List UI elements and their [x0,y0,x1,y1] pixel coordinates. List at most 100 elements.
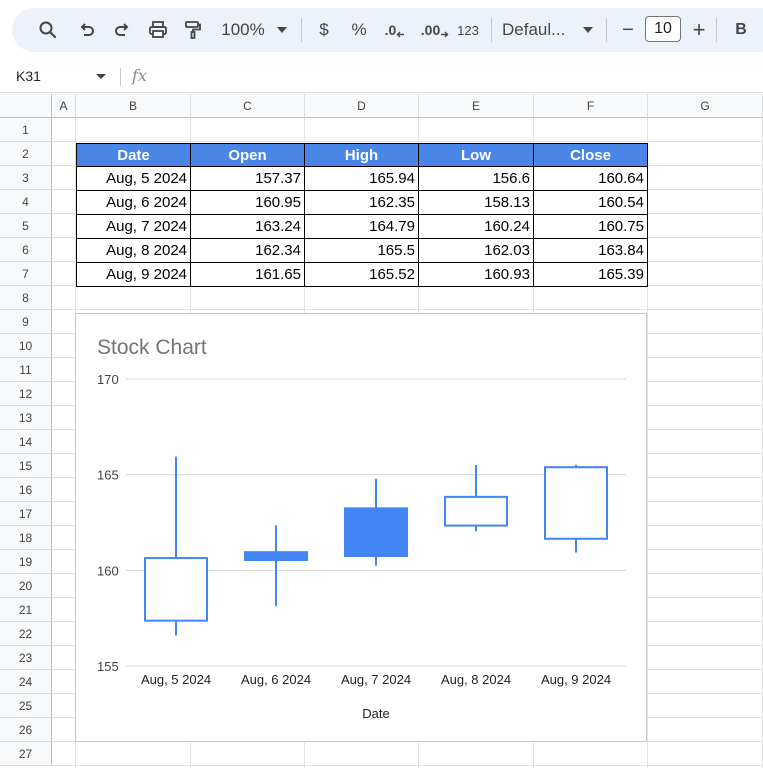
number-format-button[interactable]: 123 [453,8,483,52]
table-header-low[interactable]: Low [419,143,534,167]
zoom-select[interactable]: 100% [218,8,268,52]
row-header-19[interactable]: 19 [0,550,52,574]
candle-body[interactable] [244,551,308,562]
table-cell[interactable]: 156.6 [419,167,534,191]
table-cell[interactable]: 165.39 [534,263,648,287]
x-tick-label: Aug, 8 2024 [441,672,511,687]
table-cell[interactable]: 162.34 [191,239,305,263]
decrease-decimal-button[interactable]: .0 [380,8,410,52]
table-cell[interactable]: 160.95 [191,191,305,215]
row-header-4[interactable]: 4 [0,190,52,214]
row-header-12[interactable]: 12 [0,382,52,406]
row-header-1[interactable]: 1 [0,118,52,142]
decrease-font-size-button[interactable]: − [616,8,640,52]
row-header-13[interactable]: 13 [0,406,52,430]
row-header-16[interactable]: 16 [0,478,52,502]
table-header-close[interactable]: Close [534,143,648,167]
decrease-decimal-label: .0 [384,22,397,38]
candle-body[interactable] [144,557,208,622]
row-header-6[interactable]: 6 [0,238,52,262]
column-header-b[interactable]: B [76,94,191,118]
redo-button[interactable] [109,8,135,52]
grid-line [52,309,763,310]
stock-chart[interactable]: Stock Chart Date 155 160 165 170 Aug, 5 2024… [75,313,647,742]
font-select[interactable]: Defaul... [502,8,576,52]
paint-format-button[interactable] [180,8,206,52]
table-cell[interactable]: 160.64 [534,167,648,191]
row-header-11[interactable]: 11 [0,358,52,382]
table-cell[interactable]: Aug, 7 2024 [76,215,191,239]
row-header-2[interactable]: 2 [0,142,52,166]
row-header-25[interactable]: 25 [0,694,52,718]
table-cell[interactable]: 163.84 [534,239,648,263]
row-header-20[interactable]: 20 [0,574,52,598]
zoom-dropdown[interactable] [274,8,290,52]
candle-body[interactable] [544,466,608,540]
search-menus-button[interactable] [34,8,62,52]
column-header-f[interactable]: F [534,94,648,118]
name-box[interactable]: K31 [16,68,41,84]
table-header-high[interactable]: High [305,143,419,167]
table-cell[interactable]: Aug, 8 2024 [76,239,191,263]
table-cell[interactable]: 161.65 [191,263,305,287]
currency-format-button[interactable]: $ [312,8,336,52]
column-header-g[interactable]: G [648,94,763,118]
font-size-input[interactable]: 10 [645,16,681,42]
row-header-8[interactable]: 8 [0,286,52,310]
percent-format-button[interactable]: % [346,8,372,52]
column-header-c[interactable]: C [191,94,305,118]
table-cell[interactable]: 157.37 [191,167,305,191]
row-header-27[interactable]: 27 [0,742,52,766]
candle-body[interactable] [444,495,508,527]
table-cell[interactable]: 162.35 [305,191,419,215]
table-cell[interactable]: 160.75 [534,215,648,239]
table-cell[interactable]: 162.03 [419,239,534,263]
increase-decimal-button[interactable]: .00 [418,8,452,52]
table-cell[interactable]: 165.52 [305,263,419,287]
font-dropdown[interactable] [580,8,596,52]
column-header-e[interactable]: E [419,94,534,118]
row-header-23[interactable]: 23 [0,646,52,670]
formula-bar: K31 fx [0,62,763,93]
table-cell[interactable]: 158.13 [419,191,534,215]
table-cell[interactable]: 160.24 [419,215,534,239]
y-tick-label: 155 [97,659,119,674]
column-header-a[interactable]: A [52,94,76,118]
increase-font-size-button[interactable]: + [686,8,712,52]
table-cell[interactable]: 160.93 [419,263,534,287]
table-cell[interactable]: 165.5 [305,239,419,263]
grid-line [52,765,763,766]
row-header-5[interactable]: 5 [0,214,52,238]
row-header-14[interactable]: 14 [0,430,52,454]
bold-button[interactable]: B [728,8,754,52]
row-header-9[interactable]: 9 [0,310,52,334]
row-header-24[interactable]: 24 [0,670,52,694]
table-cell[interactable]: Aug, 5 2024 [76,167,191,191]
row-header-21[interactable]: 21 [0,598,52,622]
name-box-dropdown-icon[interactable] [96,74,106,79]
row-header-15[interactable]: 15 [0,454,52,478]
row-header-18[interactable]: 18 [0,526,52,550]
increase-decimal-label: .00 [420,22,441,38]
grid-line [52,141,763,142]
y-tick-label: 170 [97,372,119,387]
table-cell[interactable]: 163.24 [191,215,305,239]
print-button[interactable] [144,8,172,52]
row-header-26[interactable]: 26 [0,718,52,742]
row-header-7[interactable]: 7 [0,262,52,286]
candle-body[interactable] [344,507,408,557]
column-header-d[interactable]: D [305,94,419,118]
table-cell[interactable]: Aug, 6 2024 [76,191,191,215]
table-header-date[interactable]: Date [76,143,191,167]
row-header-10[interactable]: 10 [0,334,52,358]
table-header-open[interactable]: Open [191,143,305,167]
row-header-22[interactable]: 22 [0,622,52,646]
table-cell[interactable]: 160.54 [534,191,648,215]
table-cell[interactable]: 164.79 [305,215,419,239]
row-header-3[interactable]: 3 [0,166,52,190]
table-cell[interactable]: Aug, 9 2024 [76,263,191,287]
table-cell[interactable]: 165.94 [305,167,419,191]
row-header-17[interactable]: 17 [0,502,52,526]
undo-button[interactable] [74,8,100,52]
select-all-corner[interactable] [0,94,52,118]
